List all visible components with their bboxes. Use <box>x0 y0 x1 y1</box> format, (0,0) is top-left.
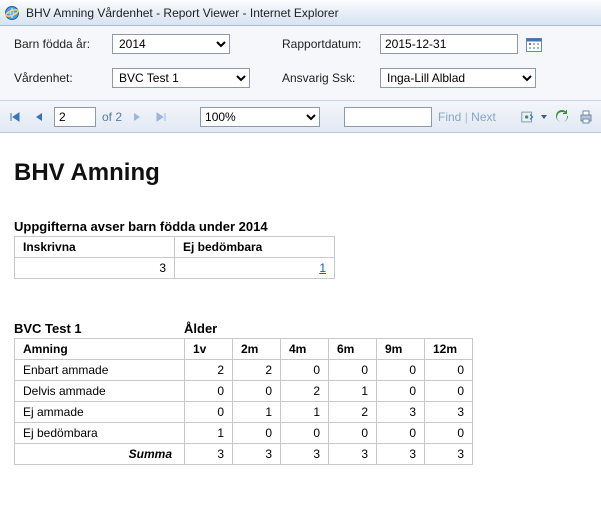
report-toolbar: of 2 100% Find | Next <box>0 101 601 133</box>
report-title: BHV Amning <box>14 159 587 187</box>
find-link[interactable]: Find <box>438 110 461 124</box>
detail-rowhead: Amning <box>15 339 185 360</box>
table-row: Enbart ammade 2 2 0 0 0 0 <box>15 360 473 381</box>
summary-value-ejbed: 1 <box>175 258 335 279</box>
window-titlebar: BHV Amning Vårdenhet - Report Viewer - I… <box>0 0 601 26</box>
ejbed-link[interactable]: 1 <box>319 261 326 275</box>
next-link[interactable]: Next <box>471 110 496 124</box>
export-button[interactable] <box>521 108 547 126</box>
table-row: Ej bedömbara 1 0 0 0 0 0 <box>15 423 473 444</box>
summary-header-ejbed: Ej bedömbara <box>175 237 335 258</box>
calendar-icon[interactable] <box>526 37 542 52</box>
next-page-button[interactable] <box>128 108 146 126</box>
page-total-label: of 2 <box>102 110 122 124</box>
refresh-button[interactable] <box>553 108 571 126</box>
report-subheading: Uppgifterna avser barn födda under 2014 <box>14 219 587 234</box>
find-input[interactable] <box>344 107 432 127</box>
table-row: Delvis ammade 0 0 2 1 0 0 <box>15 381 473 402</box>
year-select[interactable]: 2014 <box>112 34 230 54</box>
table-row: Ej ammade 0 1 1 2 3 3 <box>15 402 473 423</box>
unit-select[interactable]: BVC Test 1 <box>112 68 250 88</box>
parameters-panel: Barn födda år: 2014 Rapportdatum: Vården… <box>0 26 601 101</box>
nurse-select[interactable]: Inga-Lill Alblad <box>380 68 536 88</box>
nurse-label: Ansvarig Ssk: <box>282 71 372 85</box>
summary-value-inskrivna: 3 <box>15 258 175 279</box>
age-heading: Ålder <box>184 321 217 336</box>
zoom-select[interactable]: 100% <box>200 107 320 127</box>
unit-heading: BVC Test 1 <box>14 321 184 336</box>
prev-page-button[interactable] <box>30 108 48 126</box>
unit-label: Vårdenhet: <box>14 71 104 85</box>
summary-table: Inskrivna Ej bedömbara 3 1 <box>14 236 335 279</box>
last-page-button[interactable] <box>152 108 170 126</box>
date-input[interactable] <box>380 34 518 54</box>
ie-icon <box>4 5 20 21</box>
detail-table: Amning 1v 2m 4m 6m 9m 12m Enbart ammade … <box>14 338 473 465</box>
print-button[interactable] <box>577 108 595 126</box>
year-label: Barn födda år: <box>14 37 104 51</box>
table-row-sum: Summa 3 3 3 3 3 3 <box>15 444 473 465</box>
report-body: BHV Amning Uppgifterna avser barn födda … <box>0 133 601 475</box>
date-label: Rapportdatum: <box>282 37 372 51</box>
page-number-input[interactable] <box>54 107 96 127</box>
summary-header-inskrivna: Inskrivna <box>15 237 175 258</box>
first-page-button[interactable] <box>6 108 24 126</box>
window-title: BHV Amning Vårdenhet - Report Viewer - I… <box>26 6 339 20</box>
